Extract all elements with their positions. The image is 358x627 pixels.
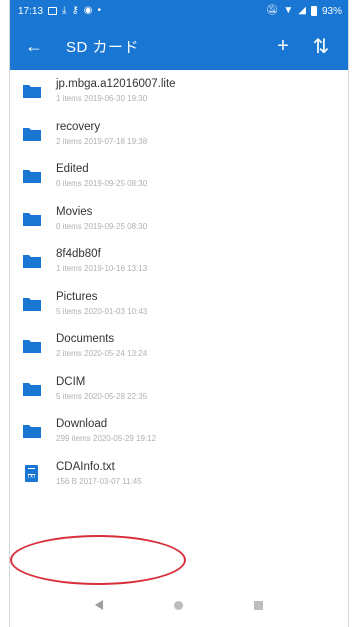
list-item-folder[interactable]: jp.mbga.a12016007.lite 1 items 2019-06-3… [10, 70, 348, 113]
item-name: DCIM [56, 375, 86, 388]
list-item-folder[interactable]: Pictures 5 items 2020-01-03 10:43 [10, 283, 348, 326]
item-text: Edited 0 items 2019-09-25 08:30 [56, 162, 147, 190]
item-name: jp.mbga.a12016007.lite [56, 78, 176, 91]
item-name: Movies [56, 205, 93, 218]
folder-icon [23, 127, 41, 141]
app-bar: ← SD カード + ⇅ [10, 22, 348, 70]
folder-icon [23, 382, 41, 396]
nav-recents-icon[interactable] [253, 600, 263, 610]
text-file-icon: TXT [25, 465, 38, 483]
item-text: Pictures 5 items 2020-01-03 10:43 [56, 290, 147, 318]
item-meta: 2 items 2019-07-18 19:38 [56, 136, 148, 146]
battery-level: 93% [321, 5, 342, 17]
item-meta: 0 items 2019-09-25 08:30 [56, 179, 148, 189]
folder-icon [23, 340, 41, 354]
item-text: Download 299 items 2020-05-29 19:12 [56, 417, 156, 445]
item-name: 8f4db80f [56, 248, 101, 261]
download-icon: ⤓ [62, 5, 67, 16]
item-text: Movies 0 items 2019-09-25 08:30 [56, 205, 147, 233]
mute-icon: 🔕︎ [265, 5, 279, 16]
folder-icon [23, 212, 41, 226]
list-item-folder[interactable]: recovery 2 items 2019-07-18 19:38 [10, 113, 348, 156]
list-item-folder[interactable]: 8f4db80f 1 items 2019-10-16 13:13 [10, 240, 348, 283]
highlight-ellipse [10, 535, 186, 585]
status-left: 17:13 ⤓ ⚷ ◉ • [18, 6, 101, 17]
page-title: SD カード [66, 38, 140, 56]
folder-icon [23, 255, 41, 269]
navigation-bar [10, 583, 348, 627]
folder-icon [23, 425, 41, 439]
item-meta: 2 items 2020-05-24 13:24 [56, 349, 148, 359]
item-name: CDAInfo.txt [56, 460, 115, 473]
item-meta: 5 items 2020-01-03 10:43 [56, 306, 148, 316]
list-item-folder[interactable]: Documents 2 items 2020-05-24 13:24 [10, 325, 348, 368]
status-right: 🔕︎ ▼ ◢ 93% [266, 6, 342, 17]
list-item-file[interactable]: TXT CDAInfo.txt 156 B 2017-03-07 11:45 [10, 453, 348, 496]
status-bar: 17:13 ⤓ ⚷ ◉ • 🔕︎ ▼ ◢ 93% [10, 0, 348, 22]
item-name: recovery [56, 120, 101, 133]
item-meta: 1 items 2019-10-16 13:13 [56, 264, 148, 274]
item-meta: 5 items 2020-05-28 22:35 [56, 391, 148, 401]
key-icon: ⚷ [71, 5, 79, 16]
item-text: 8f4db80f 1 items 2019-10-16 13:13 [56, 247, 147, 275]
file-list: jp.mbga.a12016007.lite 1 items 2019-06-3… [10, 70, 348, 495]
item-text: Documents 2 items 2020-05-24 13:24 [56, 332, 147, 360]
circle-icon: ◉ [83, 5, 93, 16]
item-text: recovery 2 items 2019-07-18 19:38 [56, 120, 147, 148]
item-name: Pictures [56, 290, 98, 303]
item-meta: 156 B 2017-03-07 11:45 [56, 476, 142, 486]
status-time: 17:13 [18, 5, 44, 17]
item-meta: 299 items 2020-05-29 19:12 [56, 434, 157, 444]
item-text: DCIM 5 items 2020-05-28 22:35 [56, 375, 147, 403]
list-item-folder[interactable]: DCIM 5 items 2020-05-28 22:35 [10, 368, 348, 411]
battery-icon [310, 6, 317, 16]
folder-icon [23, 170, 41, 184]
item-name: Documents [56, 333, 115, 346]
phone-screen: 17:13 ⤓ ⚷ ◉ • 🔕︎ ▼ ◢ 93% ← SD カード + ⇅ jp… [9, 0, 349, 627]
folder-icon [23, 85, 41, 99]
folder-icon [23, 297, 41, 311]
item-name: Edited [56, 163, 89, 176]
list-item-folder[interactable]: Movies 0 items 2019-09-25 08:30 [10, 198, 348, 241]
wifi-icon: ▼ [283, 5, 294, 16]
list-item-download-folder[interactable]: Download 299 items 2020-05-29 19:12 [10, 410, 348, 453]
sort-icon[interactable]: ⇅ [302, 30, 340, 62]
signal-icon: ◢ [298, 5, 306, 16]
image-icon [48, 7, 58, 15]
file-type-label: TXT [27, 475, 36, 481]
item-meta: 0 items 2019-09-25 08:30 [56, 221, 148, 231]
item-meta: 1 items 2019-06-30 19:30 [56, 94, 148, 104]
dot-icon: • [97, 5, 102, 16]
nav-back-icon[interactable] [95, 600, 104, 610]
nav-home-icon[interactable] [173, 600, 183, 610]
add-icon[interactable]: + [264, 30, 302, 62]
list-item-folder[interactable]: Edited 0 items 2019-09-25 08:30 [10, 155, 348, 198]
back-arrow-icon[interactable]: ← [18, 30, 50, 62]
item-name: Download [56, 418, 108, 431]
item-text: CDAInfo.txt 156 B 2017-03-07 11:45 [56, 460, 142, 488]
item-text: jp.mbga.a12016007.lite 1 items 2019-06-3… [56, 77, 176, 105]
